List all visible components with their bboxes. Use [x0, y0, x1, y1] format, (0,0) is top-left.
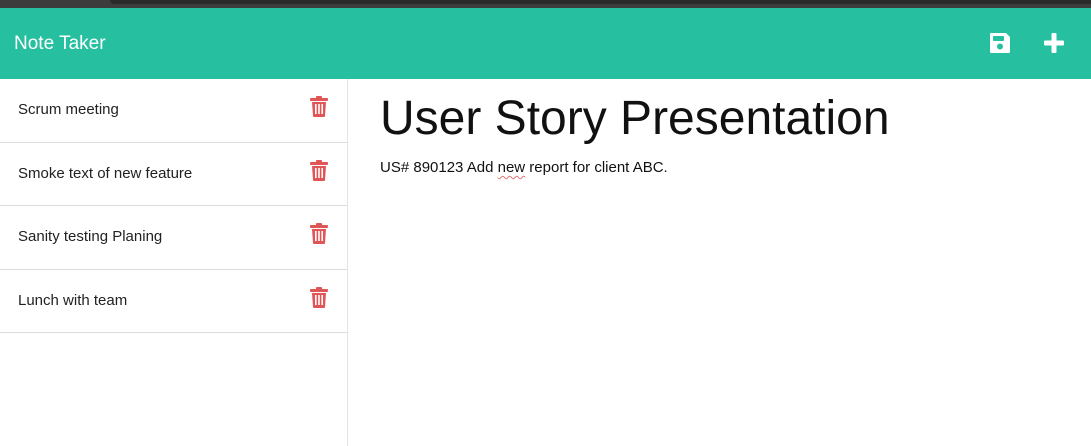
- app-title[interactable]: Note Taker: [14, 8, 106, 79]
- note-text-area[interactable]: US# 890123 Add new report for client ABC…: [380, 159, 668, 176]
- note-list-item-title: Lunch with team: [18, 291, 128, 309]
- navbar: Note Taker: [0, 8, 1091, 79]
- trash-icon[interactable]: [310, 223, 328, 244]
- trash-icon[interactable]: [310, 286, 328, 308]
- note-editor: User Story Presentation US# 890123 Add n…: [348, 79, 1091, 446]
- note-text-part: report for client ABC.: [525, 159, 668, 176]
- trash-icon[interactable]: [310, 159, 328, 181]
- note-list-item[interactable]: Scrum meeting: [0, 79, 347, 143]
- note-list-item[interactable]: Sanity testing Planing: [0, 206, 347, 270]
- trash-icon[interactable]: [310, 96, 328, 117]
- browser-tab-edge: [110, 0, 1091, 4]
- notes-sidebar: Scrum meeting Smoke text of new feature …: [0, 79, 348, 446]
- note-list-item[interactable]: Lunch with team: [0, 270, 347, 333]
- save-note-button[interactable]: [985, 28, 1015, 58]
- note-list-item-title: Sanity testing Planing: [18, 228, 163, 245]
- note-text-part: US# 890123 Add: [380, 159, 498, 176]
- new-note-button[interactable]: [1039, 28, 1069, 58]
- note-list-item-title: Scrum meeting: [18, 101, 119, 118]
- browser-chrome-strip: [0, 0, 1091, 8]
- note-list-item-title: Smoke text of new feature: [18, 164, 193, 182]
- note-list-item[interactable]: Smoke text of new feature: [0, 143, 347, 206]
- spellcheck-flagged-word: new: [497, 159, 526, 176]
- save-icon: [990, 33, 1010, 53]
- plus-icon: [1044, 33, 1064, 53]
- note-title-input[interactable]: User Story Presentation: [380, 91, 890, 146]
